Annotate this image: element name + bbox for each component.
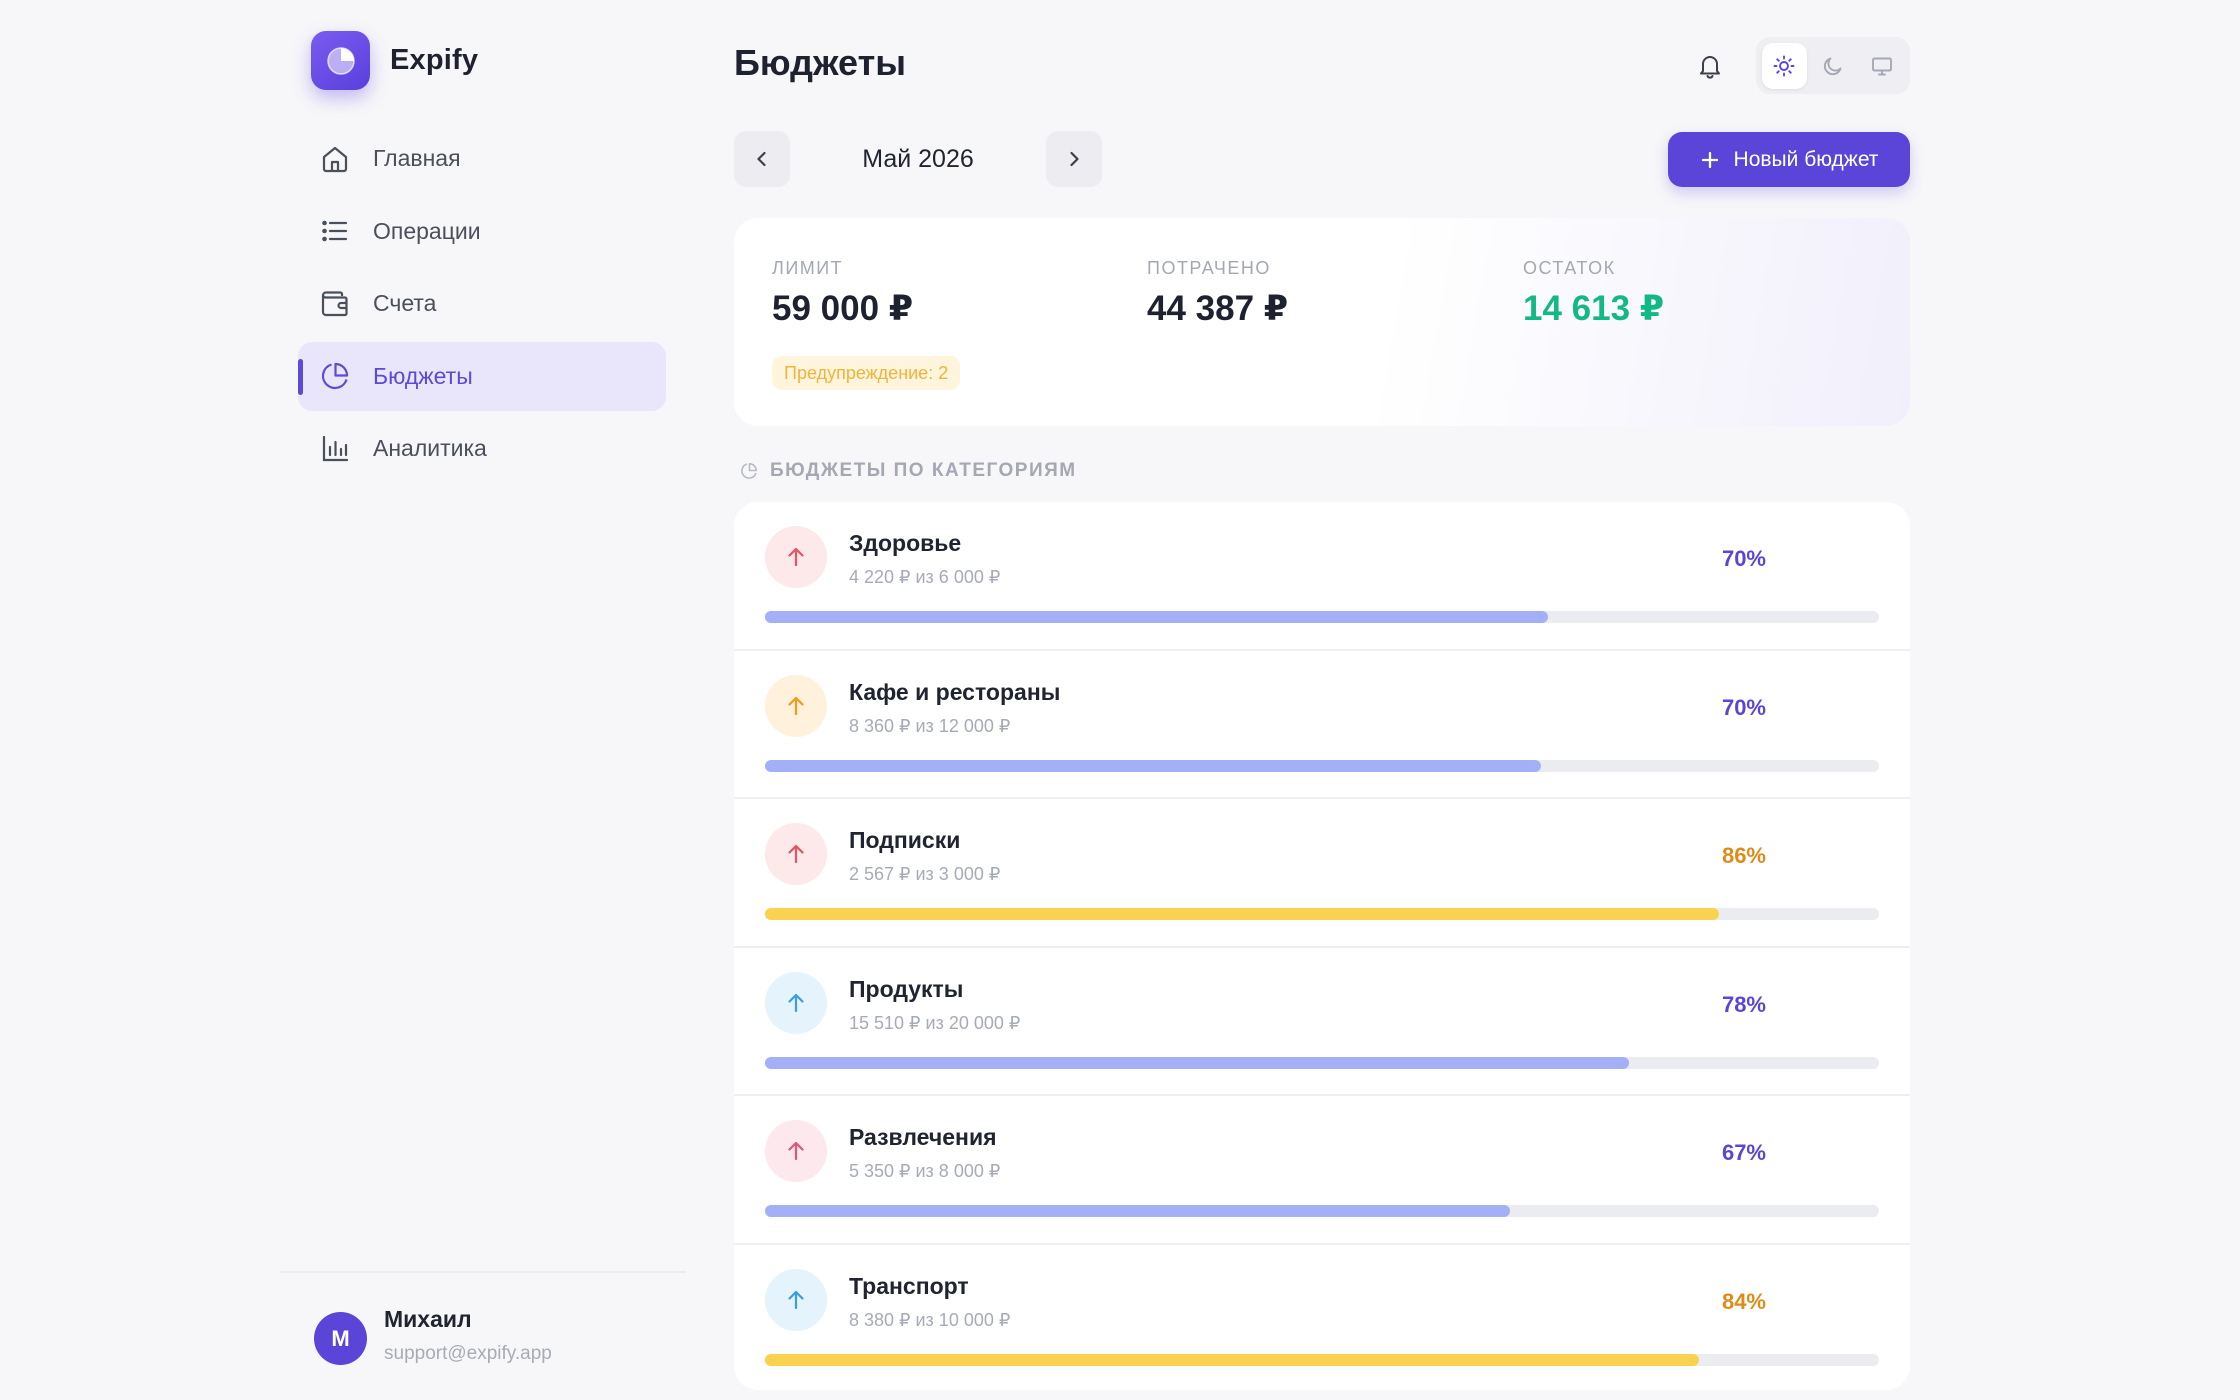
progress-track [765, 1056, 1879, 1069]
budget-row[interactable]: Здоровье 4 220 ₽ из 6 000 ₽ 70% [734, 502, 1910, 651]
plus-icon [1700, 150, 1720, 170]
theme-switcher [1756, 37, 1910, 94]
bar-chart-icon [318, 432, 352, 466]
spent-label: ПОТРАЧЕНО [1147, 258, 1271, 278]
page-title: Бюджеты [734, 42, 906, 83]
user-name: Михаил [384, 1306, 472, 1332]
category-name: Здоровье [849, 530, 962, 556]
sidebar-item-label: Главная [373, 145, 461, 171]
budget-row[interactable]: Подписки 2 567 ₽ из 3 000 ₽ 86% [734, 799, 1910, 948]
category-amount: 5 350 ₽ из 8 000 ₽ [849, 1161, 1001, 1181]
progress-track [765, 759, 1879, 772]
next-month-button[interactable] [1046, 131, 1102, 187]
category-amount: 15 510 ₽ из 20 000 ₽ [849, 1012, 1021, 1033]
bell-icon[interactable] [1692, 48, 1728, 84]
sidebar-item-label: Счета [373, 290, 437, 316]
category-percent: 78% [1721, 991, 1766, 1017]
new-budget-button[interactable]: Новый бюджет [1668, 132, 1910, 187]
category-percent: 86% [1721, 843, 1766, 868]
home-icon [318, 142, 352, 176]
category-amount: 8 360 ₽ из 12 000 ₽ [849, 715, 1011, 736]
brand[interactable]: Expify [311, 31, 478, 90]
new-budget-label: Новый бюджет [1733, 147, 1879, 171]
arrow-up-icon [765, 971, 827, 1034]
sidebar-item-label: Аналитика [373, 435, 487, 461]
arrow-up-icon [765, 526, 827, 588]
pie-chart-icon [318, 359, 352, 393]
progress-fill [765, 759, 1542, 772]
summary-card: ЛИМИТ 59 000 ₽ ПОТРАЧЕНО 44 387 ₽ ОСТАТО… [734, 218, 1910, 426]
chevron-right-icon [1063, 148, 1085, 170]
progress-fill [765, 1056, 1630, 1069]
arrow-up-icon [765, 823, 827, 885]
category-percent: 67% [1721, 1140, 1766, 1165]
category-amount: 2 567 ₽ из 3 000 ₽ [849, 864, 1001, 884]
category-name: Развлечения [849, 1124, 997, 1150]
limit-label: ЛИМИТ [772, 258, 844, 278]
sidebar-item-analytics[interactable]: Аналитика [298, 414, 666, 483]
arrow-up-icon [765, 1268, 827, 1331]
arrow-up-icon [765, 1120, 827, 1182]
sidebar-item-accounts[interactable]: Счета [298, 269, 666, 338]
category-name: Транспорт [849, 1272, 969, 1299]
category-name: Продукты [849, 975, 964, 1002]
moon-icon[interactable] [1811, 43, 1856, 89]
user-profile[interactable]: М Михаил support@expify.app [314, 1306, 552, 1365]
avatar: М [314, 1312, 367, 1365]
chevron-left-icon [751, 148, 773, 170]
budget-row[interactable]: Кафе и рестораны 8 360 ₽ из 12 000 ₽ 70% [734, 651, 1910, 799]
progress-track [765, 1353, 1879, 1366]
prev-month-button[interactable] [734, 131, 790, 187]
section-title-text: БЮДЖЕТЫ ПО КАТЕГОРИЯМ [770, 460, 1077, 481]
category-percent: 70% [1721, 694, 1766, 720]
spent-value: 44 387 ₽ [1147, 289, 1289, 328]
budget-row[interactable]: Развлечения 5 350 ₽ из 8 000 ₽ 67% [734, 1096, 1910, 1245]
sun-icon[interactable] [1762, 42, 1807, 89]
arrow-up-icon [765, 674, 827, 737]
app-name: Expify [390, 44, 479, 76]
progress-track [765, 1205, 1879, 1217]
category-percent: 70% [1721, 546, 1766, 571]
logo-icon [311, 31, 370, 90]
progress-track [765, 908, 1879, 920]
sidebar-item-budgets[interactable]: Бюджеты [298, 341, 666, 411]
category-name: Подписки [849, 827, 961, 853]
progress-track [765, 611, 1879, 623]
user-email: support@expify.app [384, 1343, 552, 1364]
category-amount: 4 220 ₽ из 6 000 ₽ [849, 567, 1001, 587]
progress-fill [765, 1205, 1511, 1217]
category-percent: 84% [1721, 1288, 1766, 1314]
sidebar-divider [280, 1271, 686, 1273]
spent-stat: ПОТРАЧЕНО 44 387 ₽ [1147, 258, 1288, 329]
progress-fill [765, 1353, 1699, 1366]
remaining-value: 14 613 ₽ [1523, 289, 1665, 328]
pie-chart-icon [740, 462, 758, 480]
budget-row[interactable]: Продукты 15 510 ₽ из 20 000 ₽ 78% [734, 948, 1910, 1096]
limit-value: 59 000 ₽ [772, 289, 914, 328]
category-name: Кафе и рестораны [849, 678, 1061, 705]
sidebar: Expify Главная Операции Счета Бюджеты Ан… [0, 0, 690, 1400]
sidebar-item-label: Бюджеты [373, 362, 473, 389]
remaining-stat: ОСТАТОК 14 613 ₽ [1523, 258, 1664, 329]
budget-row[interactable]: Транспорт 8 380 ₽ из 10 000 ₽ 84% [734, 1245, 1910, 1391]
warning-badge: Предупреждение: 2 [772, 356, 961, 390]
list-icon [318, 214, 352, 248]
remaining-label: ОСТАТОК [1523, 258, 1616, 278]
progress-fill [765, 908, 1719, 920]
budget-list: Здоровье 4 220 ₽ из 6 000 ₽ 70% Кафе и р… [734, 502, 1910, 1390]
category-amount: 8 380 ₽ из 10 000 ₽ [849, 1309, 1011, 1330]
monitor-icon[interactable] [1859, 43, 1904, 89]
month-label: Май 2026 [862, 144, 974, 173]
sidebar-item-operations[interactable]: Операции [298, 197, 666, 266]
section-title: БЮДЖЕТЫ ПО КАТЕГОРИЯМ [740, 460, 1077, 482]
progress-fill [765, 611, 1549, 623]
sidebar-item-label: Операции [373, 217, 481, 244]
sidebar-item-home[interactable]: Главная [298, 124, 666, 193]
limit-stat: ЛИМИТ 59 000 ₽ [772, 258, 913, 329]
sidebar-nav: Главная Операции Счета Бюджеты Аналитика [298, 124, 666, 487]
wallet-icon [318, 287, 352, 321]
